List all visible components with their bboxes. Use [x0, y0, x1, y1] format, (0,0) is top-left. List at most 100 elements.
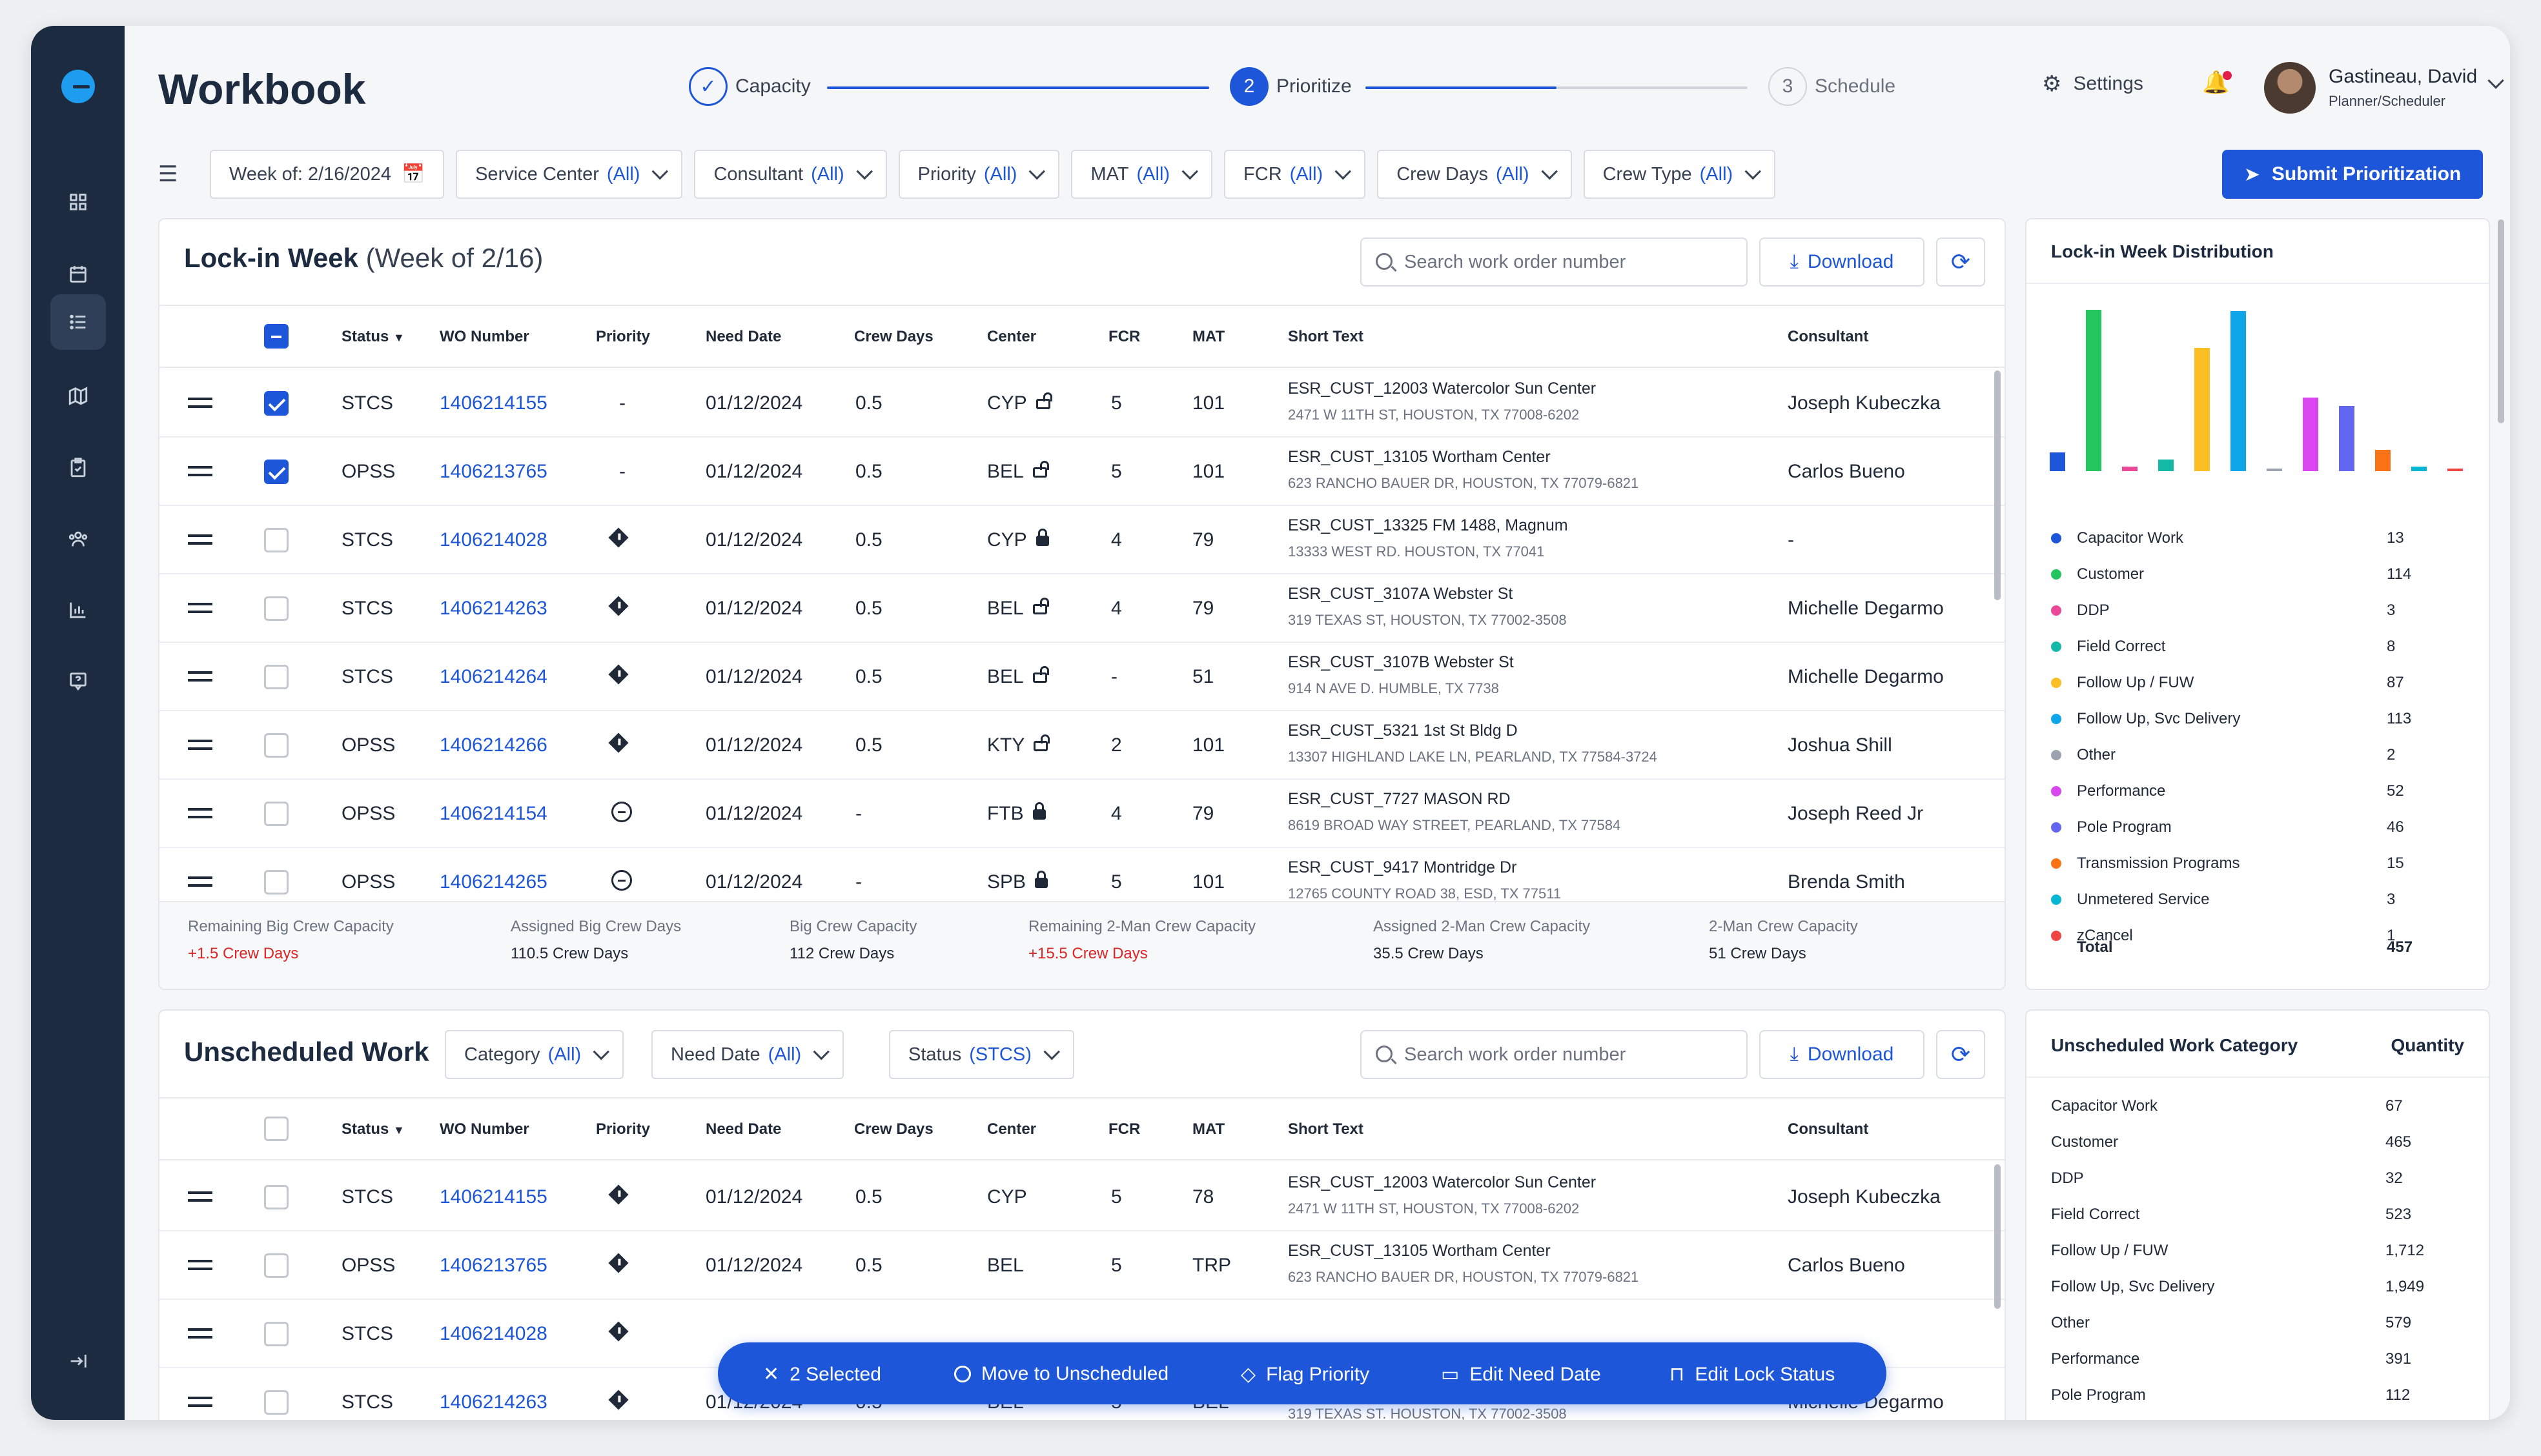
col-need-date[interactable]: Need Date: [706, 328, 781, 346]
col-fcr[interactable]: FCR: [1108, 1120, 1140, 1138]
row-checkbox[interactable]: [264, 1322, 289, 1346]
col-crew-days[interactable]: Crew Days: [854, 1120, 934, 1138]
table-row[interactable]: OPSS 1406214154 01/12/2024 - FTB 4 79 ESR_CUST_…: [159, 780, 2005, 848]
crew-days-filter[interactable]: Crew Days (All): [1377, 150, 1572, 199]
list-icon[interactable]: [50, 294, 106, 350]
col-center[interactable]: Center: [987, 1120, 1036, 1138]
lockin-search-input[interactable]: Search work order number: [1360, 238, 1748, 287]
refresh-icon[interactable]: ⟳: [1936, 238, 1985, 287]
bar-unmetered-service[interactable]: [2411, 467, 2427, 471]
legend-item[interactable]: Transmission Programs: [2051, 854, 2240, 873]
table-row[interactable]: STCS 1406214155 01/12/2024 0.5 CYP 5 78 ESR_CUS…: [159, 1163, 2005, 1231]
row-checkbox[interactable]: [264, 1185, 289, 1209]
col-crew-days[interactable]: Crew Days: [854, 328, 934, 346]
table-row[interactable]: STCS 1406214264 01/12/2024 0.5 BEL - 51 ESR_CUS…: [159, 643, 2005, 711]
col-wo[interactable]: WO Number: [440, 1120, 529, 1138]
row-checkbox[interactable]: [264, 802, 289, 826]
col-center[interactable]: Center: [987, 328, 1036, 346]
lock-icon[interactable]: [1035, 871, 1048, 888]
map-icon[interactable]: [50, 368, 106, 423]
drag-handle-icon[interactable]: [188, 466, 212, 476]
bell-icon[interactable]: 🔔: [2202, 70, 2232, 96]
col-short-text[interactable]: Short Text: [1288, 1120, 1363, 1138]
status-filter[interactable]: Status (STCS): [889, 1030, 1074, 1079]
col-priority[interactable]: Priority: [596, 328, 650, 346]
col-consultant[interactable]: Consultant: [1788, 1120, 1868, 1138]
scrollbar[interactable]: [1994, 370, 2001, 600]
help-icon[interactable]: [50, 653, 106, 709]
dashboard-icon[interactable]: [50, 174, 106, 230]
clear-selection-button[interactable]: ✕ 2 Selected: [763, 1363, 881, 1386]
wo-number-link[interactable]: 1406213765: [440, 1255, 547, 1277]
submit-prioritization-button[interactable]: ➤ Submit Prioritization: [2222, 150, 2483, 199]
lock-icon[interactable]: [1032, 802, 1046, 820]
wo-number-link[interactable]: 1406214028: [440, 1323, 547, 1345]
bar-customer[interactable]: [2086, 310, 2101, 471]
col-status[interactable]: Status ▼: [342, 1120, 405, 1138]
table-row[interactable]: OPSS 1406213765 01/12/2024 0.5 BEL 5 TRP ESR_CU…: [159, 1231, 2005, 1300]
wo-number-link[interactable]: 1406214155: [440, 1186, 547, 1208]
row-checkbox[interactable]: [264, 460, 289, 484]
clipboard-icon[interactable]: [50, 440, 106, 496]
wo-number-link[interactable]: 1406214265: [440, 871, 547, 893]
step-schedule[interactable]: 3 Schedule: [1768, 67, 1895, 106]
col-consultant[interactable]: Consultant: [1788, 328, 1868, 346]
move-to-unscheduled-button[interactable]: Move to Unscheduled: [954, 1363, 1168, 1385]
col-wo[interactable]: WO Number: [440, 328, 529, 346]
wo-number-link[interactable]: 1406214263: [440, 1391, 547, 1413]
row-checkbox[interactable]: [264, 596, 289, 621]
priority-filter[interactable]: Priority (All): [898, 150, 1060, 199]
row-checkbox[interactable]: [264, 733, 289, 758]
collapse-icon[interactable]: [50, 1333, 106, 1389]
team-icon[interactable]: [50, 511, 106, 567]
avatar[interactable]: [2264, 62, 2316, 114]
table-row[interactable]: STCS 1406214263 01/12/2024 0.5 BEL 4 79 ESR_CUS…: [159, 574, 2005, 643]
table-row[interactable]: OPSS 1406213765 - 01/12/2024 0.5 BEL 5 101 ESR_C…: [159, 438, 2005, 506]
unscheduled-download-button[interactable]: ⤓ Download: [1759, 1030, 1924, 1079]
bar-ddp[interactable]: [2122, 467, 2138, 471]
drag-handle-icon[interactable]: [188, 398, 212, 408]
week-filter[interactable]: Week of: 2/16/2024 📅: [210, 150, 445, 199]
unlock-icon[interactable]: [1036, 392, 1052, 409]
lockin-download-button[interactable]: ⤓ Download: [1759, 238, 1924, 287]
bar-zcancel[interactable]: [2447, 469, 2463, 471]
unlock-icon[interactable]: [1034, 734, 1050, 751]
row-checkbox[interactable]: [264, 870, 289, 895]
col-mat[interactable]: MAT: [1192, 328, 1225, 346]
table-row[interactable]: OPSS 1406214266 01/12/2024 0.5 KTY 2 101 ESR_CU…: [159, 711, 2005, 780]
chevron-down-icon[interactable]: [2487, 72, 2504, 89]
unlock-icon[interactable]: [1032, 461, 1049, 478]
legend-item[interactable]: Capacitor Work: [2051, 529, 2183, 547]
drag-handle-icon[interactable]: [188, 1260, 212, 1270]
wo-number-link[interactable]: 1406214028: [440, 529, 547, 551]
wo-number-link[interactable]: 1406214264: [440, 666, 547, 688]
drag-handle-icon[interactable]: [188, 876, 212, 887]
table-row[interactable]: STCS 1406214155 - 01/12/2024 0.5 CYP 5 101 ESR_C…: [159, 369, 2005, 438]
crew-type-filter[interactable]: Crew Type (All): [1583, 150, 1776, 199]
bar-other[interactable]: [2267, 469, 2282, 471]
legend-item[interactable]: Pole Program: [2051, 818, 2172, 836]
row-checkbox[interactable]: [264, 1390, 289, 1415]
bar-follow-up-fuw[interactable]: [2194, 348, 2210, 471]
row-checkbox[interactable]: [264, 528, 289, 552]
bar-performance[interactable]: [2303, 398, 2318, 471]
unlock-icon[interactable]: [1032, 666, 1049, 683]
wo-number-link[interactable]: 1406214154: [440, 803, 547, 825]
settings-button[interactable]: ⚙ Settings: [2042, 71, 2143, 97]
category-filter[interactable]: Category (All): [445, 1030, 624, 1079]
edit-lock-status-button[interactable]: ⊓ Edit Lock Status: [1669, 1363, 1835, 1386]
bar-capacitor-work[interactable]: [2050, 452, 2065, 471]
col-fcr[interactable]: FCR: [1108, 328, 1140, 346]
legend-item[interactable]: Follow Up / FUW: [2051, 674, 2194, 692]
unscheduled-search-input[interactable]: Search work order number: [1360, 1030, 1748, 1079]
step-capacity[interactable]: ✓ Capacity: [689, 67, 811, 106]
refresh-icon[interactable]: ⟳: [1936, 1030, 1985, 1079]
drag-handle-icon[interactable]: [188, 671, 212, 682]
col-status[interactable]: Status ▼: [342, 328, 405, 346]
filter-icon[interactable]: ☰: [158, 150, 210, 199]
legend-item[interactable]: Customer: [2051, 565, 2144, 583]
legend-item[interactable]: Other: [2051, 746, 2116, 764]
unlock-icon[interactable]: [1032, 598, 1049, 614]
fcr-filter[interactable]: FCR (All): [1224, 150, 1366, 199]
drag-handle-icon[interactable]: [188, 1328, 212, 1339]
